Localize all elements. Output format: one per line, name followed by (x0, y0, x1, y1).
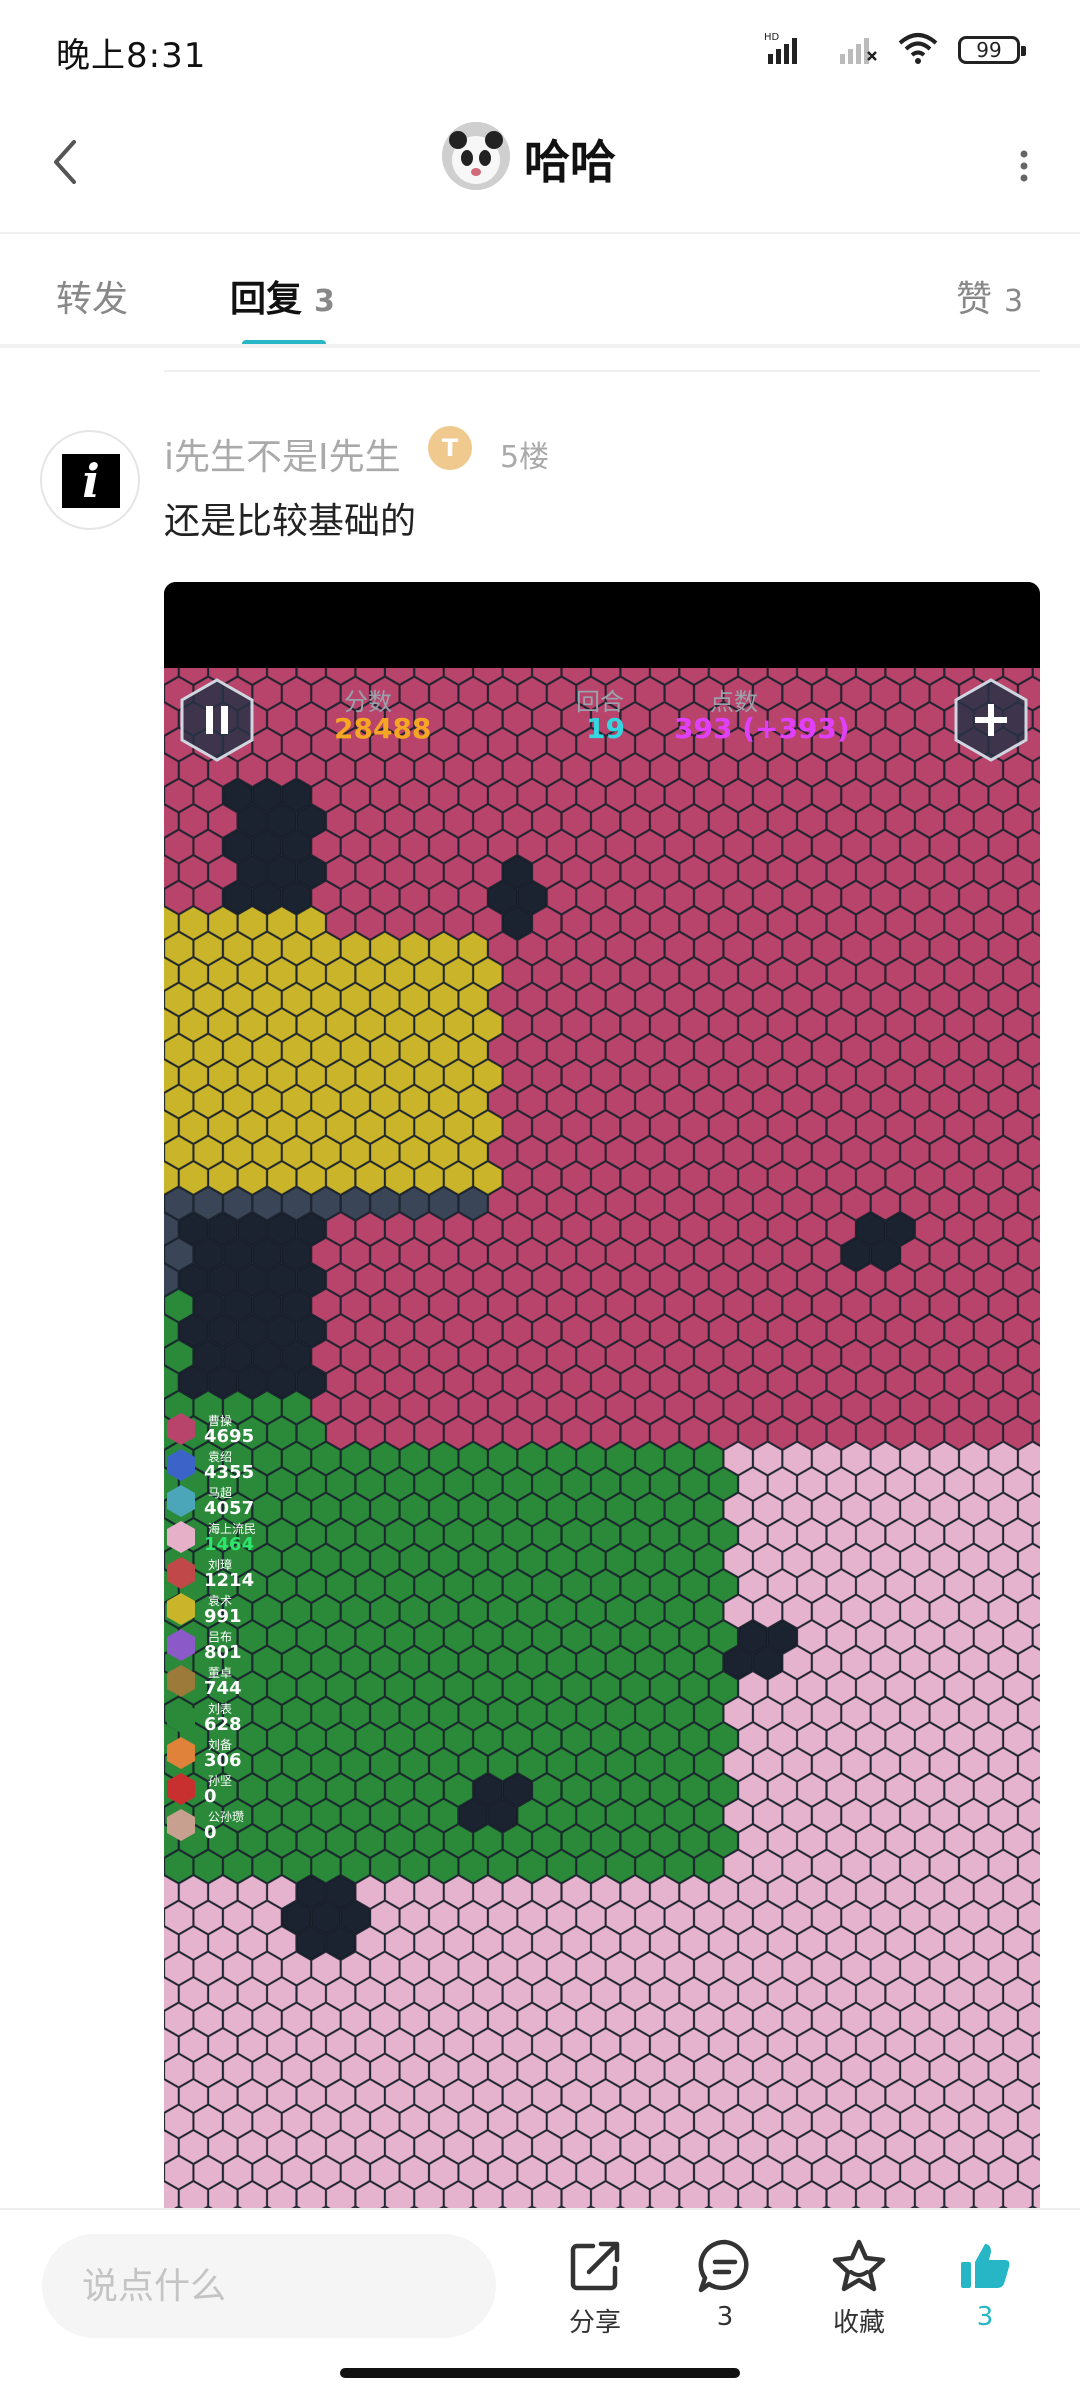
pause-button[interactable] (180, 678, 254, 766)
faction-hex-icon (166, 1700, 196, 1738)
faction-hex-icon (166, 1484, 196, 1522)
faction-hex-icon (166, 1520, 196, 1558)
leaderboard-score: 4057 (204, 1498, 255, 1519)
comment-count: 3 (716, 2302, 734, 2332)
favorite-label: 收藏 (832, 2308, 885, 2338)
leaderboard-score: 4695 (204, 1426, 255, 1447)
bottom-action-bar: 分享 3 收藏 3 (0, 2210, 1080, 2360)
avatar[interactable] (442, 122, 510, 190)
leaderboard-score: 1214 (204, 1570, 255, 1591)
tab-like-label: 赞 (956, 279, 993, 320)
tab-like[interactable]: 赞3 (956, 270, 1023, 322)
comment-icon (670, 2236, 780, 2296)
leaderboard-score: 4355 (204, 1462, 255, 1483)
leaderboard-score: 991 (204, 1606, 242, 1627)
like-button[interactable]: 3 (930, 2236, 1040, 2346)
thumbs-up-icon (930, 2236, 1040, 2296)
tab-forward[interactable]: 转发 (56, 270, 128, 322)
status-time: 晚上8:31 (56, 36, 207, 76)
wifi-icon (896, 30, 940, 70)
share-button[interactable]: 分享 (540, 2236, 650, 2346)
tab-reply-count: 3 (314, 284, 335, 319)
signal-icon: HD (764, 30, 820, 70)
tab-bar: 转发 回复 3 赞3 (0, 234, 1080, 348)
network-label: HD (764, 32, 780, 43)
leaderboard-score: 1464 (204, 1534, 255, 1555)
faction-hex-icon (166, 1448, 196, 1486)
status-icons: HD 99 (764, 30, 1026, 70)
reply-username[interactable]: i先生不是I先生 (164, 428, 401, 480)
image-black-band (164, 582, 1040, 668)
signal-no-service-icon (838, 30, 878, 70)
like-count: 3 (976, 2302, 994, 2332)
tab-reply[interactable]: 回复 3 (230, 270, 335, 322)
floor-label: 5楼 (500, 440, 550, 475)
tab-like-count: 3 (1004, 284, 1024, 319)
share-icon (540, 2236, 650, 2296)
tab-forward-label: 转发 (56, 279, 129, 320)
faction-hex-icon (166, 1664, 196, 1702)
leaderboard-score: 306 (204, 1750, 242, 1771)
faction-hex-icon (166, 1592, 196, 1630)
share-label: 分享 (568, 2308, 621, 2338)
more-icon[interactable] (1004, 136, 1044, 196)
leaderboard-score: 801 (204, 1642, 242, 1663)
hud-score: 28488 (334, 712, 432, 745)
faction-hex-icon (166, 1628, 196, 1666)
header: 哈哈 (0, 96, 1080, 232)
leaderboard-score: 0 (204, 1822, 217, 1843)
faction-hex-icon (166, 1808, 196, 1846)
add-button[interactable] (954, 678, 1028, 766)
faction-hex-icon (166, 1736, 196, 1774)
faction-hex-icon (166, 1412, 196, 1450)
comment-input[interactable] (42, 2234, 496, 2338)
divider (0, 344, 1080, 348)
hud-round: 19 (586, 712, 625, 745)
home-indicator (340, 2368, 740, 2378)
status-bar: 晚上8:31 HD 99 (0, 0, 1080, 96)
faction-hex-icon (166, 1556, 196, 1594)
reply-avatar-glyph: i (62, 454, 120, 508)
faction-hex-icon (166, 1772, 196, 1810)
reply-image[interactable]: 分数 28488 回合 19 点数 393 (+393) 曹操 4695 袁绍 435… (164, 582, 1040, 2208)
leaderboard-score: 0 (204, 1786, 217, 1807)
battery-icon: 99 (958, 36, 1026, 64)
back-arrow-icon[interactable] (40, 132, 100, 192)
game-map-image (164, 668, 1040, 2208)
reply-avatar[interactable]: i (40, 430, 140, 530)
comment-button[interactable]: 3 (670, 2236, 780, 2346)
leaderboard-score: 744 (204, 1678, 242, 1699)
star-icon (804, 2236, 914, 2296)
page-title: 哈哈 (524, 135, 616, 189)
level-badge-icon: T (428, 426, 472, 470)
divider (164, 370, 1040, 372)
reply-text: 还是比较基础的 (164, 501, 417, 542)
tab-reply-label: 回复 (230, 279, 303, 320)
hud-points: 393 (+393) (674, 712, 850, 745)
favorite-button[interactable]: 收藏 (804, 2236, 914, 2346)
leaderboard-score: 628 (204, 1714, 242, 1735)
